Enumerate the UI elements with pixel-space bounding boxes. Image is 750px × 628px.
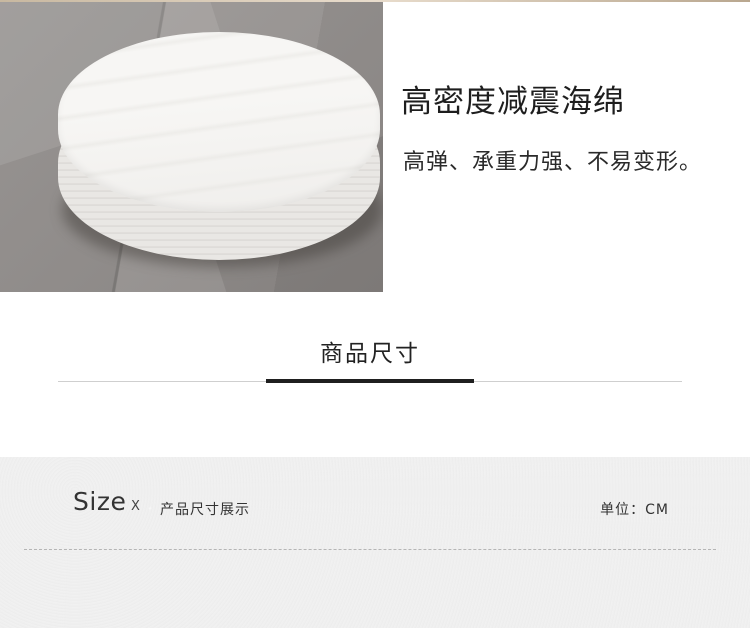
size-separator: X bbox=[131, 499, 140, 514]
section-title-product-size: 商品尺寸 bbox=[320, 341, 420, 367]
unit-label: 单位：CM bbox=[600, 502, 669, 518]
size-panel: Size X 产品尺寸展示 单位：CM bbox=[0, 457, 750, 628]
product-detail-page: 高密度减震海绵 高弹、承重力强、不易变形。 商品尺寸 Size X 产品尺寸展示… bbox=[0, 0, 750, 628]
feature-title: 高密度减震海绵 bbox=[401, 84, 625, 120]
dashed-divider bbox=[24, 549, 716, 550]
size-label: Size bbox=[73, 487, 127, 516]
feature-subtitle: 高弹、承重力强、不易变形。 bbox=[403, 150, 703, 175]
product-photo-foam-cushion bbox=[0, 2, 383, 292]
section-active-indicator bbox=[266, 379, 474, 383]
size-description: 产品尺寸展示 bbox=[160, 502, 250, 518]
cushion-top bbox=[58, 32, 380, 212]
